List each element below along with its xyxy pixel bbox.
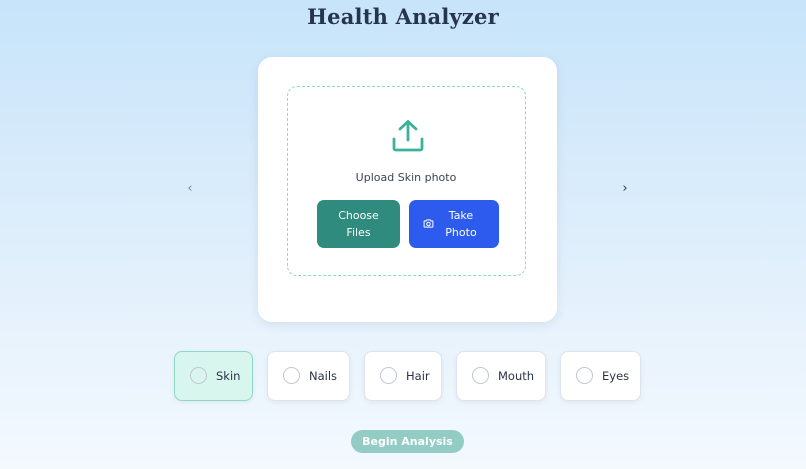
radio-icon [576, 367, 593, 384]
category-nails[interactable]: Nails [267, 351, 350, 401]
upload-icon [392, 120, 424, 152]
category-eyes[interactable]: Eyes [560, 351, 641, 401]
upload-dropzone[interactable]: Upload Skin photo Choose Files Take Phot… [287, 86, 526, 276]
camera-icon [423, 219, 434, 228]
upload-card: Upload Skin photo Choose Files Take Phot… [258, 57, 557, 322]
category-hair[interactable]: Hair [364, 351, 442, 401]
category-label: Eyes [602, 369, 630, 383]
carousel-prev-button[interactable]: ‹ [183, 181, 197, 196]
category-label: Hair [406, 369, 430, 383]
category-skin[interactable]: Skin [174, 351, 253, 401]
take-photo-label: Take Photo [445, 209, 477, 239]
category-label: Nails [309, 369, 338, 383]
category-label: Skin [216, 369, 241, 383]
radio-icon [283, 367, 300, 384]
page-title: Health Analyzer [307, 4, 499, 29]
category-label: Mouth [498, 369, 535, 383]
category-mouth[interactable]: Mouth [456, 351, 546, 401]
begin-analysis-button[interactable]: Begin Analysis [351, 430, 464, 453]
radio-icon [472, 367, 489, 384]
carousel-next-button[interactable]: › [618, 181, 632, 196]
take-photo-button[interactable]: Take Photo [409, 200, 499, 248]
radio-icon [380, 367, 397, 384]
upload-instructions: Upload Skin photo [355, 171, 457, 184]
choose-files-label: Choose Files [338, 209, 379, 239]
radio-icon [190, 367, 207, 384]
choose-files-button[interactable]: Choose Files [317, 200, 400, 248]
